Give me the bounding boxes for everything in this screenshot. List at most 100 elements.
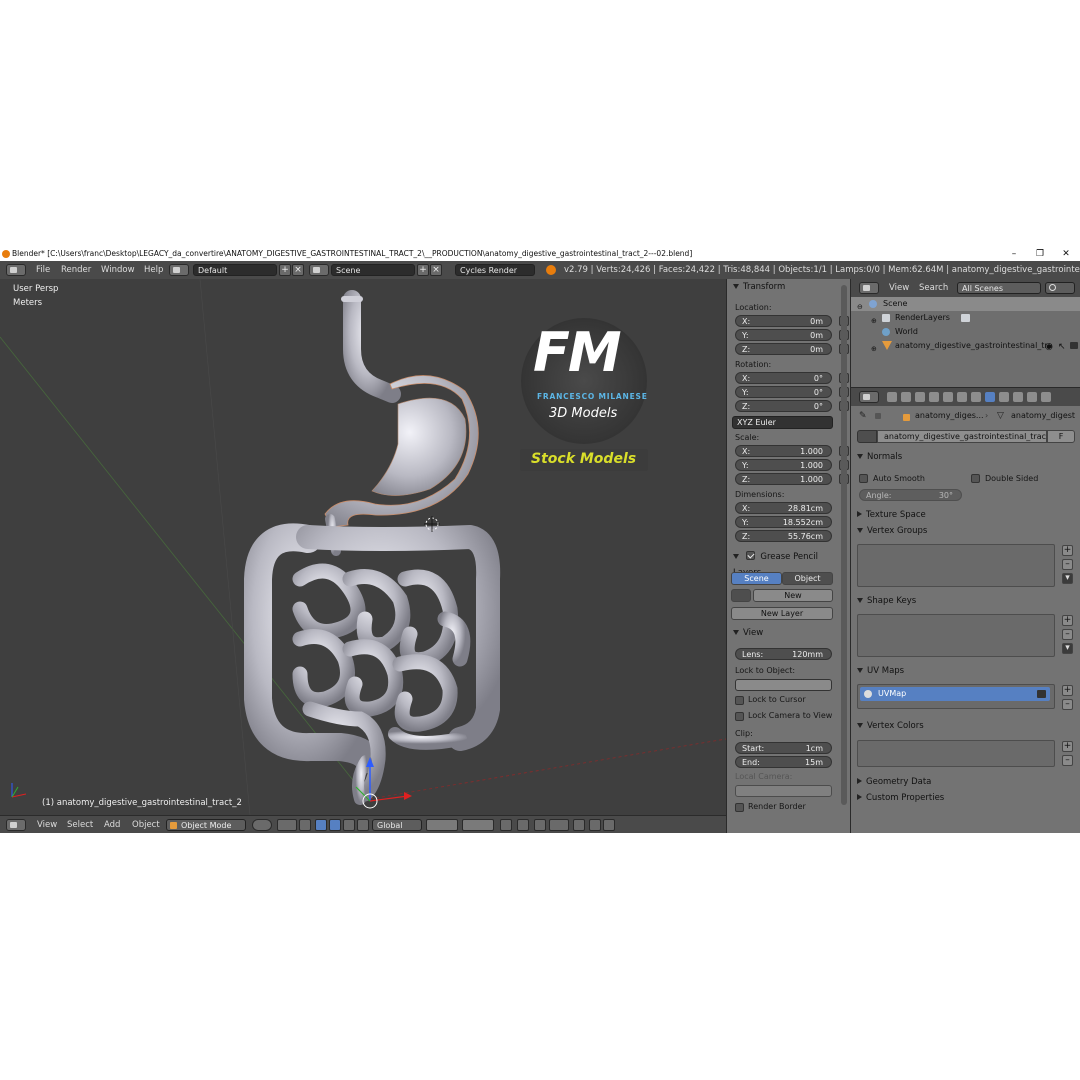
add-uv-map-button[interactable]: + — [1062, 685, 1073, 696]
fake-user-button[interactable]: F — [1047, 430, 1075, 443]
remove-layout-button[interactable]: × — [292, 264, 304, 276]
vertex-groups-panel-header[interactable]: Vertex Groups — [851, 523, 963, 539]
scale-manipulator-button[interactable] — [343, 819, 355, 831]
physics-tab-icon[interactable] — [1041, 392, 1051, 402]
pin-icon[interactable]: ✎ — [859, 411, 867, 421]
custom-properties-panel-header[interactable]: Custom Properties — [851, 790, 963, 806]
layer-buttons-1[interactable] — [426, 819, 458, 831]
menu-add[interactable]: Add — [104, 816, 120, 833]
material-tab-icon[interactable] — [999, 392, 1009, 402]
rotation-x-field[interactable]: X: 0° — [735, 372, 832, 384]
outliner-menu-search[interactable]: Search — [919, 279, 948, 297]
mesh-data-tab-icon[interactable] — [985, 392, 995, 402]
render-engine-select[interactable]: Cycles Render — [455, 264, 535, 276]
uv-maps-list[interactable]: UVMap — [857, 684, 1055, 709]
remove-vertex-color-button[interactable]: – — [1062, 755, 1073, 766]
rotation-y-field[interactable]: Y: 0° — [735, 386, 832, 398]
menu-select[interactable]: Select — [67, 816, 93, 833]
outliner-menu-view[interactable]: View — [889, 279, 909, 297]
pivot-select[interactable] — [277, 819, 297, 831]
proportional-edit-button[interactable] — [517, 819, 529, 831]
snap-element-select[interactable] — [549, 819, 569, 831]
vertex-group-specials-button[interactable]: ▾ — [1062, 573, 1073, 584]
editor-type-info-button[interactable] — [6, 264, 26, 276]
shape-key-specials-button[interactable]: ▾ — [1062, 643, 1073, 654]
grease-scene-button[interactable]: Scene — [731, 572, 782, 585]
shape-keys-list[interactable] — [857, 614, 1055, 657]
outliner-item-world[interactable]: World — [851, 325, 1080, 339]
normals-panel-header[interactable]: Normals — [851, 449, 963, 465]
constraints-tab-icon[interactable] — [957, 392, 967, 402]
mesh-browse-button[interactable] — [857, 430, 877, 443]
manipulator-toggle[interactable] — [299, 819, 311, 831]
add-shape-key-button[interactable]: + — [1062, 615, 1073, 626]
scene-browse-button[interactable] — [309, 264, 329, 276]
render-toggle-icon[interactable] — [1070, 342, 1078, 349]
transform-orientation-button[interactable] — [357, 819, 369, 831]
scale-x-field[interactable]: X: 1.000 — [735, 445, 832, 457]
cursor-select-icon[interactable]: ↖ — [1058, 340, 1066, 354]
grease-pencil-checkbox[interactable] — [745, 551, 755, 560]
texture-space-panel-header[interactable]: Texture Space — [851, 507, 963, 523]
shading-select[interactable] — [252, 819, 272, 831]
rotation-mode-select[interactable]: XYZ Euler — [732, 416, 833, 429]
lock-layers-button[interactable] — [500, 819, 512, 831]
mesh-name-field[interactable]: anatomy_digestive_gastrointestinal_tract… — [877, 430, 1047, 443]
outliner-search-field[interactable] — [1045, 282, 1075, 294]
render-camera-icon[interactable] — [1037, 690, 1046, 698]
vertex-colors-list[interactable] — [857, 740, 1055, 767]
menu-render[interactable]: Render — [61, 261, 91, 279]
3d-viewport[interactable]: User Persp Meters (1) anatomy_digestive_… — [0, 279, 726, 815]
location-x-field[interactable]: X: 0m — [735, 315, 832, 327]
menu-help[interactable]: Help — [144, 261, 163, 279]
properties-sidebar[interactable]: Transform Location: X: 0m Y: 0m Z: 0m Rotat… — [726, 279, 851, 833]
lock-object-field[interactable] — [735, 679, 832, 691]
close-button[interactable]: ✕ — [1054, 247, 1078, 261]
grease-pencil-icon[interactable] — [731, 589, 751, 602]
geometry-data-panel-header[interactable]: Geometry Data — [851, 774, 963, 790]
screen-layout-field[interactable]: Default — [193, 264, 277, 276]
clip-start-field[interactable]: Start: 1cm — [735, 742, 832, 754]
layer-buttons-2[interactable] — [462, 819, 494, 831]
mode-select[interactable]: Object Mode — [166, 819, 246, 831]
menu-view[interactable]: View — [37, 816, 57, 833]
layers-tab-icon[interactable] — [901, 392, 911, 402]
remove-scene-button[interactable]: × — [430, 264, 442, 276]
uv-maps-panel-header[interactable]: UV Maps — [851, 663, 963, 679]
double-sided-checkbox[interactable] — [971, 474, 980, 483]
opengl-render-button[interactable] — [589, 819, 601, 831]
modifiers-tab-icon[interactable] — [971, 392, 981, 402]
render-border-checkbox[interactable] — [735, 803, 744, 812]
menu-window[interactable]: Window — [101, 261, 135, 279]
location-z-field[interactable]: Z: 0m — [735, 343, 832, 355]
outliner-item-scene[interactable]: ⊖ Scene — [851, 297, 1080, 311]
particles-tab-icon[interactable] — [1027, 392, 1037, 402]
uv-map-item[interactable]: UVMap — [860, 687, 1050, 701]
opengl-anim-button[interactable] — [603, 819, 615, 831]
menu-file[interactable]: File — [36, 261, 50, 279]
outliner[interactable]: View Search All Scenes ⊖ Scene ⊕ RenderL… — [850, 279, 1080, 387]
grease-new-button[interactable]: New — [753, 589, 833, 602]
minimize-button[interactable]: – — [1002, 247, 1026, 261]
angle-field[interactable]: Angle: 30° — [859, 489, 962, 501]
maximize-button[interactable]: ❐ — [1028, 247, 1052, 261]
dimensions-z-field[interactable]: Z: 55.76cm — [735, 530, 832, 542]
snap-toggle-button[interactable] — [534, 819, 546, 831]
vertex-groups-list[interactable] — [857, 544, 1055, 587]
scale-y-field[interactable]: Y: 1.000 — [735, 459, 832, 471]
screen-layout-browse-button[interactable] — [169, 264, 189, 276]
location-y-field[interactable]: Y: 0m — [735, 329, 832, 341]
lock-camera-checkbox[interactable] — [735, 712, 744, 721]
rotation-z-field[interactable]: Z: 0° — [735, 400, 832, 412]
eye-icon[interactable]: ◉ — [1045, 340, 1053, 354]
translate-manipulator-button[interactable] — [315, 819, 327, 831]
add-scene-button[interactable]: + — [417, 264, 429, 276]
grease-pencil-panel-header[interactable]: Grease Pencil Layers — [727, 549, 839, 578]
object-tab-icon[interactable] — [943, 392, 953, 402]
add-vertex-group-button[interactable]: + — [1062, 545, 1073, 556]
texture-tab-icon[interactable] — [1013, 392, 1023, 402]
editor-type-outliner-button[interactable] — [859, 282, 879, 294]
lock-to-cursor-checkbox[interactable] — [735, 696, 744, 705]
outliner-filter-select[interactable]: All Scenes — [957, 282, 1041, 294]
add-vertex-color-button[interactable]: + — [1062, 741, 1073, 752]
